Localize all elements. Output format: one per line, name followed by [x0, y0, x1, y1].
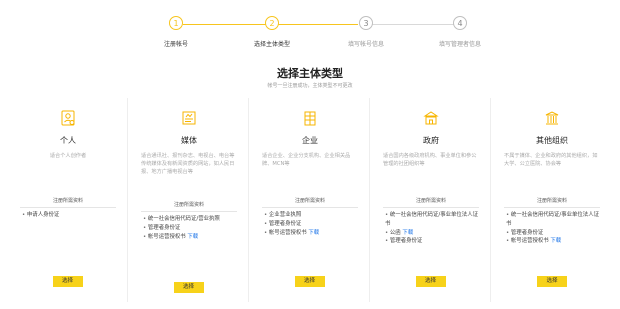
requirements-list: 统一社会信用代码证/营业执照 管理者身份证 帐号运营授权书 下载 — [143, 215, 239, 241]
requirements-heading: 注册所需资料 — [504, 197, 600, 208]
card-title: 其他组织 — [536, 136, 568, 145]
card-description: 适合国内各级政府机构、事业单位和参公管理的社团组织等 — [383, 153, 477, 167]
card-personal: 个人 适合个人创作者 注册所需资料 申请人身份证 选择 — [8, 98, 128, 302]
card-description: 适合通讯社、报刊杂志、电视台、电台等传统媒体及有新闻资质的网站，如人民日报、地方… — [141, 153, 235, 175]
card-title: 媒体 — [181, 136, 197, 145]
select-other-organization-button[interactable]: 选择 — [537, 276, 567, 287]
card-other-organization: 其他组织 不属于媒体、企业和政府的其他组织，如大学、公立医院、协会等 注册所需资… — [492, 98, 612, 302]
step-label: 注册帐号 — [163, 41, 188, 48]
requirements-heading: 注册所需资料 — [262, 197, 358, 208]
requirement-text: 帐号运营授权书 — [268, 229, 307, 236]
select-personal-button[interactable]: 选择 — [52, 276, 83, 287]
requirement-item: 帐号运营授权书 下载 — [264, 229, 360, 238]
card-title: 个人 — [60, 136, 76, 145]
select-enterprise-button[interactable]: 选择 — [294, 276, 325, 287]
download-link[interactable]: 下载 — [402, 230, 413, 236]
requirement-text: 公函 — [389, 229, 401, 236]
requirements-heading: 注册所需资料 — [20, 197, 116, 208]
organization-icon — [545, 111, 559, 125]
step-label: 选择主体类型 — [253, 41, 290, 48]
requirement-item: 统一社会信用代码证/事业单位法人证书 — [506, 211, 602, 229]
requirement-item: 管理者身份证 — [506, 229, 602, 238]
card-title: 政府 — [423, 136, 439, 145]
requirements-heading: 注册所需资料 — [141, 201, 237, 212]
page-subtitle: 帐号一旦注册成功，主体类型不可更改 — [267, 83, 353, 89]
step-4: 4 填写管理者信息 — [420, 16, 500, 48]
media-icon — [182, 111, 195, 125]
step-number: 1 — [169, 16, 183, 30]
person-id-icon — [61, 110, 74, 126]
select-government-button[interactable]: 选择 — [415, 276, 446, 287]
page-title: 选择主体类型 — [277, 67, 343, 80]
requirement-item: 帐号运营授权书 下载 — [506, 237, 602, 246]
card-description: 不属于媒体、企业和政府的其他组织，如大学、公立医院、协会等 — [504, 153, 598, 167]
card-media: 媒体 适合通讯社、报刊杂志、电视台、电台等传统媒体及有新闻资质的网站，如人民日报… — [129, 98, 249, 302]
requirement-item: 申请人身份证 — [22, 211, 118, 220]
requirement-text: 帐号运营授权书 — [147, 233, 186, 240]
download-link[interactable]: 下载 — [187, 234, 198, 240]
step-1: 1 注册帐号 — [136, 16, 216, 48]
step-number: 2 — [265, 16, 279, 30]
requirement-item: 管理者身份证 — [143, 224, 239, 233]
requirements-list: 统一社会信用代码证/事业单位法人证书 公函 下载 管理者身份证 — [385, 211, 481, 246]
step-3: 3 填写帐号信息 — [326, 16, 406, 48]
requirement-text: 帐号运营授权书 — [510, 238, 549, 245]
requirement-item: 管理者身份证 — [264, 220, 360, 229]
government-icon — [422, 111, 439, 125]
card-description: 适合个人创作者 — [49, 153, 87, 159]
card-government: 政府 适合国内各级政府机构、事业单位和参公管理的社团组织等 注册所需资料 统一社… — [371, 98, 491, 302]
requirements-heading: 注册所需资料 — [383, 197, 479, 208]
progress-stepper: 1 注册帐号 2 选择主体类型 3 填写帐号信息 4 填写管理者信息 — [0, 0, 620, 50]
download-link[interactable]: 下载 — [550, 238, 561, 244]
requirements-list: 申请人身份证 — [22, 211, 118, 220]
select-media-button[interactable]: 选择 — [173, 282, 204, 293]
requirement-item: 公函 下载 — [385, 229, 481, 238]
step-number: 3 — [359, 16, 373, 30]
enterprise-icon — [304, 111, 315, 126]
requirement-item: 管理者身份证 — [385, 237, 481, 246]
step-2: 2 选择主体类型 — [232, 16, 312, 48]
card-description: 适合企业、企业分支机构、企业相关品牌、MCN等 — [262, 153, 351, 167]
requirement-item: 统一社会信用代码证/事业单位法人证书 — [385, 211, 481, 229]
requirements-list: 企业营业执照 管理者身份证 帐号运营授权书 下载 — [264, 211, 360, 237]
requirement-item: 统一社会信用代码证/营业执照 — [143, 215, 239, 224]
requirement-item: 企业营业执照 — [264, 211, 360, 220]
requirements-list: 统一社会信用代码证/事业单位法人证书 管理者身份证 帐号运营授权书 下载 — [506, 211, 602, 246]
card-enterprise: 企业 适合企业、企业分支机构、企业相关品牌、MCN等 注册所需资料 企业营业执照… — [250, 98, 370, 302]
card-title: 企业 — [302, 136, 318, 145]
step-label: 填写帐号信息 — [347, 41, 384, 48]
download-link[interactable]: 下载 — [308, 230, 319, 236]
requirement-item: 帐号运营授权书 下载 — [143, 233, 239, 242]
entity-type-cards: 个人 适合个人创作者 注册所需资料 申请人身份证 选择 媒体 适合通讯社、报刊杂… — [8, 98, 612, 302]
step-number: 4 — [453, 16, 467, 30]
step-label: 填写管理者信息 — [438, 41, 481, 48]
